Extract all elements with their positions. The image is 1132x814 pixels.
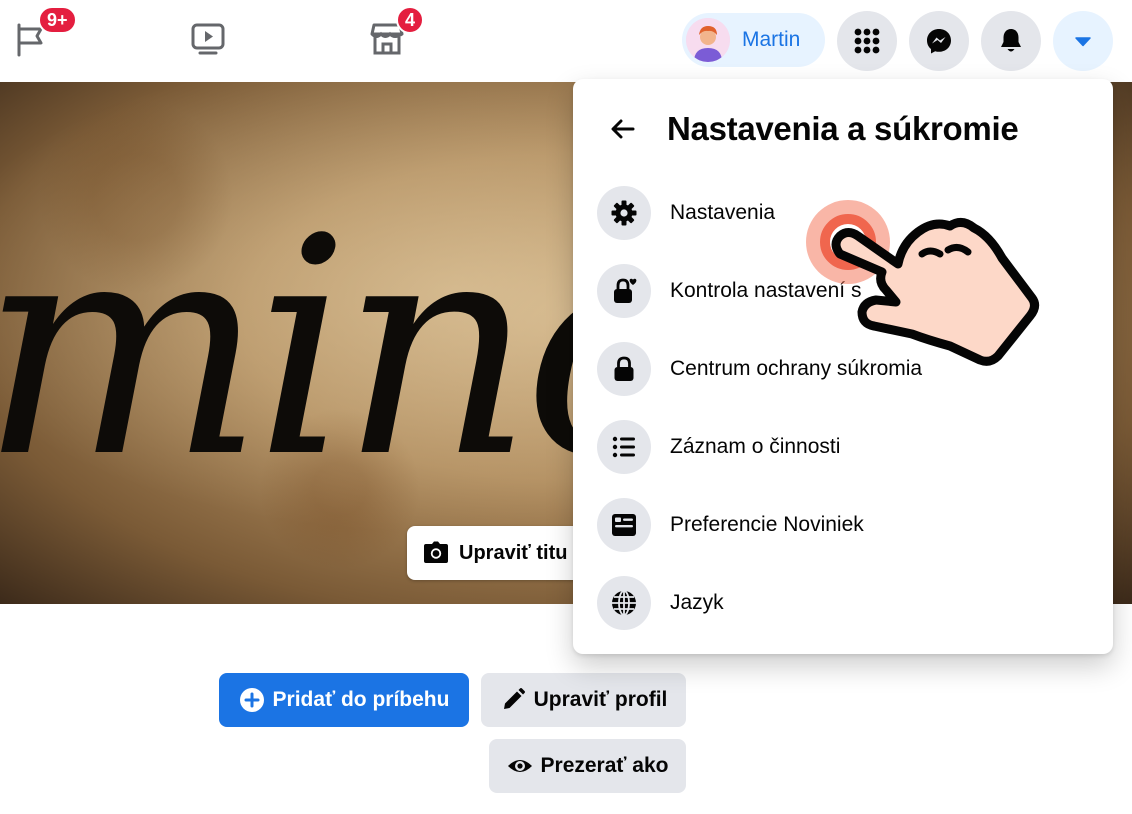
top-navigation-bar: 9+ 4 Martin <box>0 0 1132 82</box>
pages-notification-badge: 9+ <box>38 6 77 34</box>
edit-cover-label: Upraviť titu <box>459 541 568 564</box>
news-feed-icon <box>612 514 636 536</box>
plus-circle-icon <box>239 688 264 712</box>
profile-chip[interactable]: Martin <box>682 13 825 67</box>
menu-item-label: Jazyk <box>670 591 724 614</box>
arrow-left-icon <box>611 119 635 139</box>
list-icon <box>612 436 635 458</box>
edit-profile-button[interactable]: Upraviť profil <box>481 673 686 727</box>
menu-item-label: Záznam o činnosti <box>670 435 841 458</box>
pointing-hand-icon <box>831 218 1040 366</box>
add-to-story-button[interactable]: Pridať do príbehu <box>219 673 469 727</box>
menu-title: Nastavenia a súkromie <box>667 110 1019 147</box>
lock-heart-icon <box>614 278 637 303</box>
notifications-icon <box>1001 29 1021 52</box>
menu-item-activity-log[interactable]: Záznam o činnosti <box>587 411 1099 483</box>
menu-grid-icon <box>854 28 880 54</box>
messenger-icon <box>927 29 951 54</box>
view-as-button[interactable]: Prezerať ako <box>489 739 686 793</box>
camera-icon <box>424 541 448 563</box>
menu-item-label: Nastavenia <box>670 201 776 224</box>
back-button[interactable] <box>593 99 653 159</box>
add-to-story-label: Pridať do príbehu <box>272 688 450 711</box>
profile-name: Martin <box>742 28 801 51</box>
account-caret-icon <box>1075 37 1091 47</box>
marketplace-nav-button[interactable]: 4 <box>366 6 425 60</box>
menu-item-label: Preferencie Noviniek <box>670 513 864 536</box>
menu-item-news-feed-preferences[interactable]: Preferencie Noviniek <box>587 489 1099 561</box>
pencil-icon <box>503 688 525 709</box>
edit-cover-button[interactable]: Upraviť titu <box>407 526 586 580</box>
eye-icon <box>507 760 532 772</box>
globe-icon <box>612 590 636 616</box>
menu-button[interactable] <box>837 11 897 71</box>
marketplace-notification-badge: 4 <box>396 6 425 34</box>
notifications-button[interactable] <box>981 11 1041 71</box>
gear-icon <box>611 200 637 226</box>
menu-header: Nastavenia a súkromie <box>593 99 1019 159</box>
watch-nav-button[interactable] <box>187 18 229 60</box>
watch-icon <box>191 23 225 55</box>
edit-profile-label: Upraviť profil <box>533 688 668 711</box>
pages-nav-button[interactable]: 9+ <box>10 6 77 60</box>
lock-icon <box>614 356 634 381</box>
messenger-button[interactable] <box>909 11 969 71</box>
account-button[interactable] <box>1053 11 1113 71</box>
menu-item-language[interactable]: Jazyk <box>587 567 1099 639</box>
avatar <box>686 18 730 62</box>
view-as-label: Prezerať ako <box>540 754 669 777</box>
